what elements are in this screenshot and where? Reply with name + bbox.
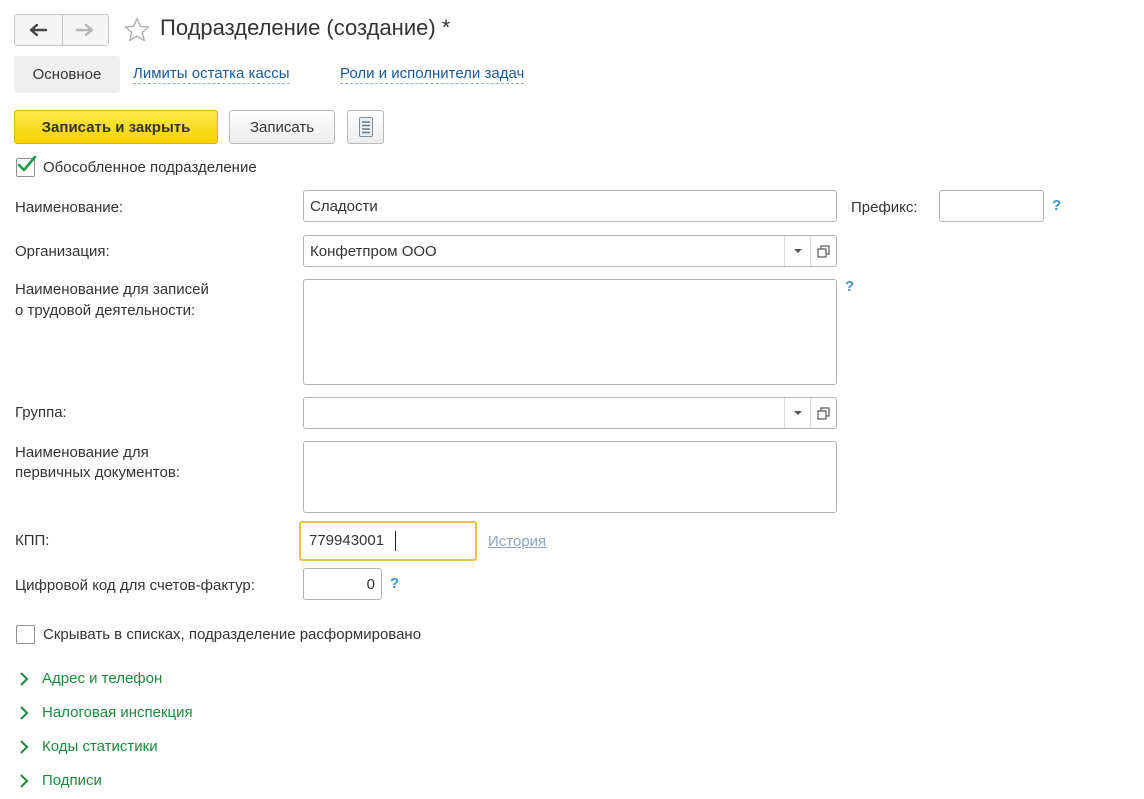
open-window-icon [817,406,830,420]
open-window-icon [817,244,830,258]
triangle-down-icon [793,249,802,253]
separate-unit-label: Обособленное подразделение [43,159,257,176]
hide-label: Скрывать в списках, подразделение расфор… [43,626,422,643]
arrow-left-icon [30,23,48,37]
chevron-right-icon [20,773,29,788]
prefix-label: Префикс: [851,199,918,216]
section-statistics-codes[interactable]: Коды статистики [17,736,158,757]
organization-select[interactable]: Конфетпром ООО [303,235,837,267]
kpp-input[interactable]: 779943001 [299,521,477,561]
favorite-star-button[interactable] [123,16,151,44]
organization-value: Конфетпром ООО [310,243,437,260]
checkmark-icon [17,155,37,172]
labor-name-label-line1: Наименование для записей [15,281,209,298]
tab-main[interactable]: Основное [14,56,120,93]
primary-docs-textarea[interactable] [303,441,837,513]
organization-label: Организация: [15,243,110,260]
labor-name-label-line2: о трудовой деятельности: [15,302,196,319]
section-signatures-label: Подписи [42,772,102,789]
section-tax-inspection[interactable]: Налоговая инспекция [17,702,193,723]
digital-code-value: 0 [366,576,375,593]
arrow-right-icon [76,23,94,37]
save-and-close-button[interactable]: Записать и закрыть [14,110,218,144]
primary-docs-label-line1: Наименование для [15,444,149,461]
digital-code-input[interactable]: 0 [303,568,382,600]
kpp-value: 779943001 [309,532,385,549]
primary-docs-label-line2: первичных документов: [15,464,180,481]
tab-cash-limits[interactable]: Лимиты остатка кассы [133,65,290,84]
star-outline-icon [124,17,150,42]
section-statistics-codes-label: Коды статистики [42,738,158,755]
hide-checkbox[interactable] [16,625,35,644]
organization-open-button[interactable] [810,236,836,266]
more-menu-button[interactable] [347,110,384,144]
chevron-right-icon [20,739,29,754]
save-button[interactable]: Записать [229,110,335,144]
tab-roles[interactable]: Роли и исполнители задач [340,65,525,84]
prefix-input[interactable] [939,190,1044,222]
labor-name-textarea[interactable] [303,279,837,385]
forward-button[interactable] [61,15,109,45]
separate-unit-checkbox[interactable] [16,155,37,177]
kpp-label: КПП: [15,532,50,549]
group-dropdown-button[interactable] [784,398,810,428]
organization-dropdown-button[interactable] [784,236,810,266]
digital-code-label: Цифровой код для счетов-фактур: [15,577,255,594]
section-tax-inspection-label: Налоговая инспекция [42,704,193,721]
group-select[interactable] [303,397,837,429]
section-address[interactable]: Адрес и телефон [17,668,162,689]
triangle-down-icon [793,411,802,415]
list-menu-icon [358,117,373,137]
group-open-button[interactable] [810,398,836,428]
name-value: Сладости [310,198,378,215]
chevron-right-icon [20,705,29,720]
section-signatures[interactable]: Подписи [17,770,102,791]
page-title: Подразделение (создание) * [160,15,451,40]
group-label: Группа: [15,404,67,421]
prefix-help-icon[interactable]: ? [1052,197,1061,214]
labor-name-help-icon[interactable]: ? [845,278,854,295]
back-button[interactable] [15,15,62,45]
section-address-label: Адрес и телефон [42,670,163,687]
history-link[interactable]: История [488,531,546,552]
text-cursor [395,531,396,551]
navigation-buttons [14,14,109,46]
digital-code-help-icon[interactable]: ? [390,575,399,592]
name-input[interactable]: Сладости [303,190,837,222]
chevron-right-icon [20,671,29,686]
name-label: Наименование: [15,199,124,216]
